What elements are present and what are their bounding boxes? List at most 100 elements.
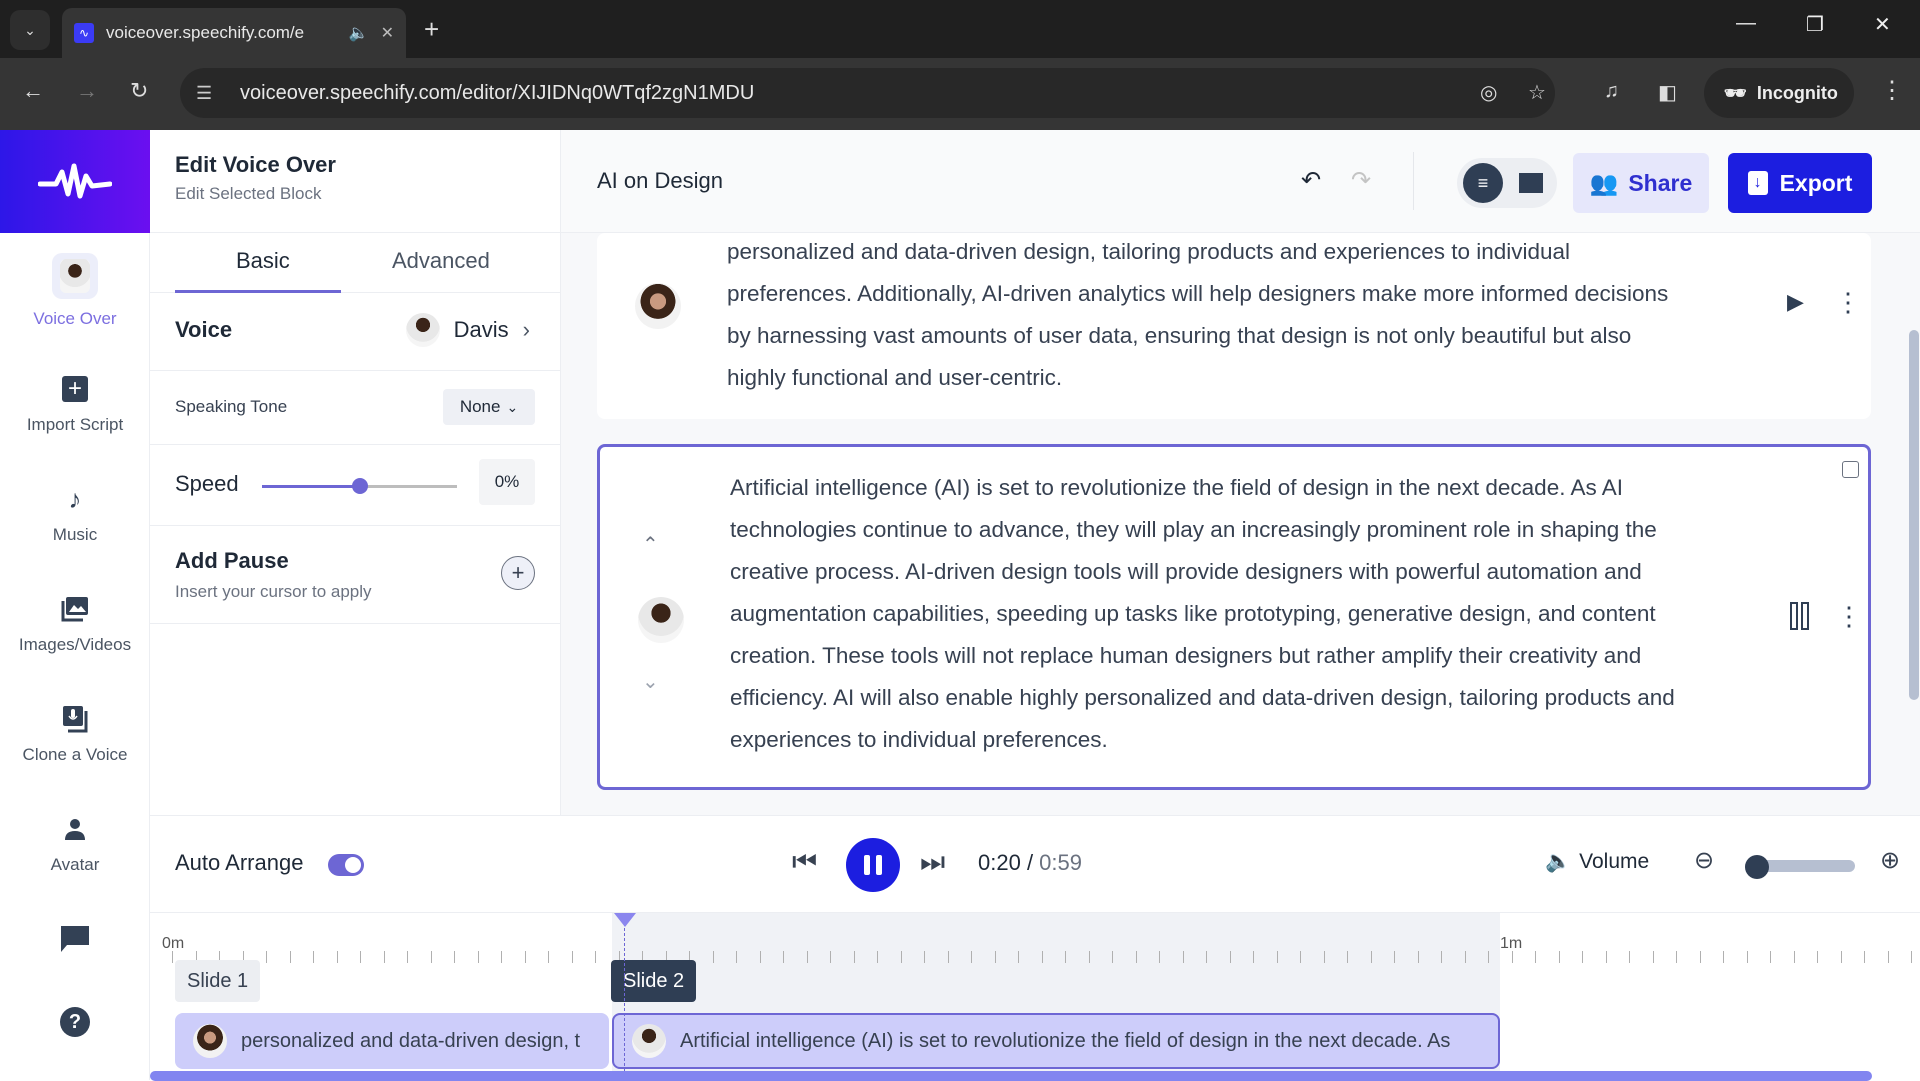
rail-item-import-script[interactable]: + Import Script (0, 373, 150, 435)
timeline: 0m 1m Slide 1 Slide 2 personalized and d… (150, 912, 1920, 1081)
close-tab-icon[interactable]: ✕ (381, 23, 394, 43)
speed-slider-knob[interactable] (351, 478, 368, 494)
forward-icon[interactable]: → (76, 78, 98, 104)
minimize-icon[interactable]: — (1736, 12, 1756, 35)
media-control-icon[interactable]: ♫ (1604, 80, 1619, 103)
speaking-tone-label: Speaking Tone (175, 397, 288, 416)
block-text[interactable]: Artificial intelligence (AI) is set to r… (730, 467, 1740, 761)
undo-icon[interactable]: ↶ (1301, 166, 1321, 195)
speed-slider[interactable] (262, 478, 457, 494)
share-button[interactable]: 👥 Share (1573, 153, 1709, 213)
tab-advanced[interactable]: Advanced (392, 248, 490, 274)
url-input[interactable]: ☰ voiceover.speechify.com/editor/XIJIDNq… (180, 68, 1555, 118)
browser-menu-icon[interactable]: ⋮ (1880, 76, 1904, 105)
playhead-handle[interactable] (614, 913, 636, 927)
auto-arrange-toggle[interactable] (328, 854, 364, 876)
skip-forward-icon[interactable]: ⏭ (920, 846, 945, 879)
incognito-icon: 🕶 (1724, 82, 1747, 103)
eye-off-icon[interactable]: ◎ (1480, 80, 1497, 105)
speechify-logo[interactable] (0, 130, 150, 233)
side-panel-icon[interactable]: ◧ (1658, 80, 1677, 105)
rail-item-label: Avatar (50, 855, 100, 874)
slide-view-icon[interactable] (1519, 173, 1543, 193)
zoom-slider-knob[interactable] (1745, 855, 1769, 879)
voice-row[interactable]: Voice Davis › (150, 293, 560, 371)
block-text[interactable]: personalized and data-driven design, tai… (727, 231, 1737, 399)
rail-item-voice-over[interactable]: Voice Over (0, 253, 150, 329)
tab-basic[interactable]: Basic (236, 248, 290, 274)
select-checkbox[interactable] (1842, 461, 1859, 478)
vertical-scrollbar[interactable] (1909, 330, 1919, 700)
divider (1413, 152, 1414, 210)
ruler-tick (1206, 951, 1207, 963)
auto-arrange-label: Auto Arrange (175, 850, 304, 875)
audio-playing-icon[interactable]: 🔈 (349, 23, 369, 43)
panel-title: Edit Voice Over (175, 152, 336, 177)
ruler-tick (172, 951, 173, 963)
rail-item-help[interactable]: ? (0, 1006, 150, 1038)
speed-value-input[interactable]: 0% (479, 459, 535, 505)
voice-selector[interactable]: Davis › (405, 313, 530, 347)
rail-item-label: Import Script (26, 415, 124, 434)
voice-block-selected[interactable]: ⌃ ⌄ Artificial intelligence (AI) is set … (597, 444, 1871, 790)
voice-avatar (635, 283, 681, 329)
site-settings-icon[interactable]: ☰ (196, 83, 232, 104)
ruler-tick (1135, 951, 1137, 963)
pause-button[interactable] (846, 838, 900, 892)
zoom-out-icon[interactable]: ⊖ (1694, 846, 1714, 875)
ruler-tick (430, 951, 432, 963)
clip-avatar (193, 1024, 227, 1058)
incognito-badge[interactable]: 🕶 Incognito (1704, 68, 1854, 118)
restore-icon[interactable]: ❐ (1806, 12, 1824, 37)
more-options-icon[interactable]: ⋮ (1835, 287, 1861, 318)
add-pause-button[interactable]: + (501, 556, 535, 590)
redo-icon[interactable]: ↷ (1351, 166, 1371, 195)
speaking-tone-dropdown[interactable]: None ⌄ (443, 389, 535, 425)
pause-bar (864, 855, 870, 875)
skip-back-icon[interactable]: ⏮ (792, 846, 817, 879)
slide-1-tag[interactable]: Slide 1 (175, 960, 261, 1002)
ruler-tick (994, 951, 996, 963)
rail-item-avatar[interactable]: Avatar (0, 813, 150, 875)
edit-voice-over-panel: Edit Voice Over Edit Selected Block Basi… (150, 130, 561, 815)
speaker-icon: 🔈 (1545, 850, 1572, 873)
ruler-tick (1864, 951, 1865, 963)
ruler-tick (1911, 951, 1912, 963)
browser-tab[interactable]: ∿ voiceover.speechify.com/e 🔈 ✕ (62, 8, 406, 58)
ruler-tick (1347, 951, 1348, 963)
person-icon (59, 813, 91, 845)
rail-item-images-videos[interactable]: Images/Videos (0, 593, 150, 655)
timeline-clip-selected[interactable]: Artificial intelligence (AI) is set to r… (612, 1013, 1500, 1069)
ruler-tick (806, 951, 808, 963)
rail-item-clone-voice[interactable]: Clone a Voice (0, 703, 150, 765)
bookmark-star-icon[interactable]: ☆ (1528, 80, 1546, 105)
timeline-zoom-slider[interactable] (1745, 855, 1855, 879)
plus-square-icon: + (59, 373, 91, 405)
voice-block[interactable]: personalized and data-driven design, tai… (597, 233, 1871, 419)
time-ruler[interactable]: 0m 1m (160, 927, 1920, 963)
new-tab-button[interactable]: + (424, 14, 439, 45)
move-up-icon[interactable]: ⌃ (642, 532, 659, 557)
timeline-clip[interactable]: personalized and data-driven design, t (175, 1013, 609, 1069)
zoom-in-icon[interactable]: ⊕ (1880, 846, 1900, 875)
volume-button[interactable]: 🔈 Volume (1545, 850, 1649, 874)
close-window-icon[interactable]: ✕ (1874, 12, 1891, 37)
text-line: preferences. Additionally, AI-driven ana… (727, 281, 1669, 306)
move-down-icon[interactable]: ⌄ (642, 669, 659, 694)
more-options-icon[interactable]: ⋮ (1836, 601, 1862, 632)
play-icon[interactable]: ▶ (1787, 289, 1804, 315)
pause-block-button[interactable] (1790, 602, 1809, 630)
view-toggle[interactable]: ≡ (1457, 158, 1557, 208)
tab-search-button[interactable]: ⌄ (10, 10, 50, 50)
reload-icon[interactable]: ↻ (130, 78, 148, 104)
speaking-tone-value: None (459, 397, 501, 416)
back-icon[interactable]: ← (22, 78, 44, 104)
ruler-tick (1746, 951, 1748, 963)
project-title[interactable]: AI on Design (597, 168, 723, 194)
rail-item-music[interactable]: ♪ Music (0, 483, 150, 545)
rail-item-chat[interactable] (0, 923, 150, 955)
ruler-tick (1394, 951, 1395, 963)
chat-icon (59, 923, 91, 955)
export-button[interactable]: ↓ Export (1728, 153, 1872, 213)
list-view-icon[interactable]: ≡ (1463, 163, 1503, 203)
